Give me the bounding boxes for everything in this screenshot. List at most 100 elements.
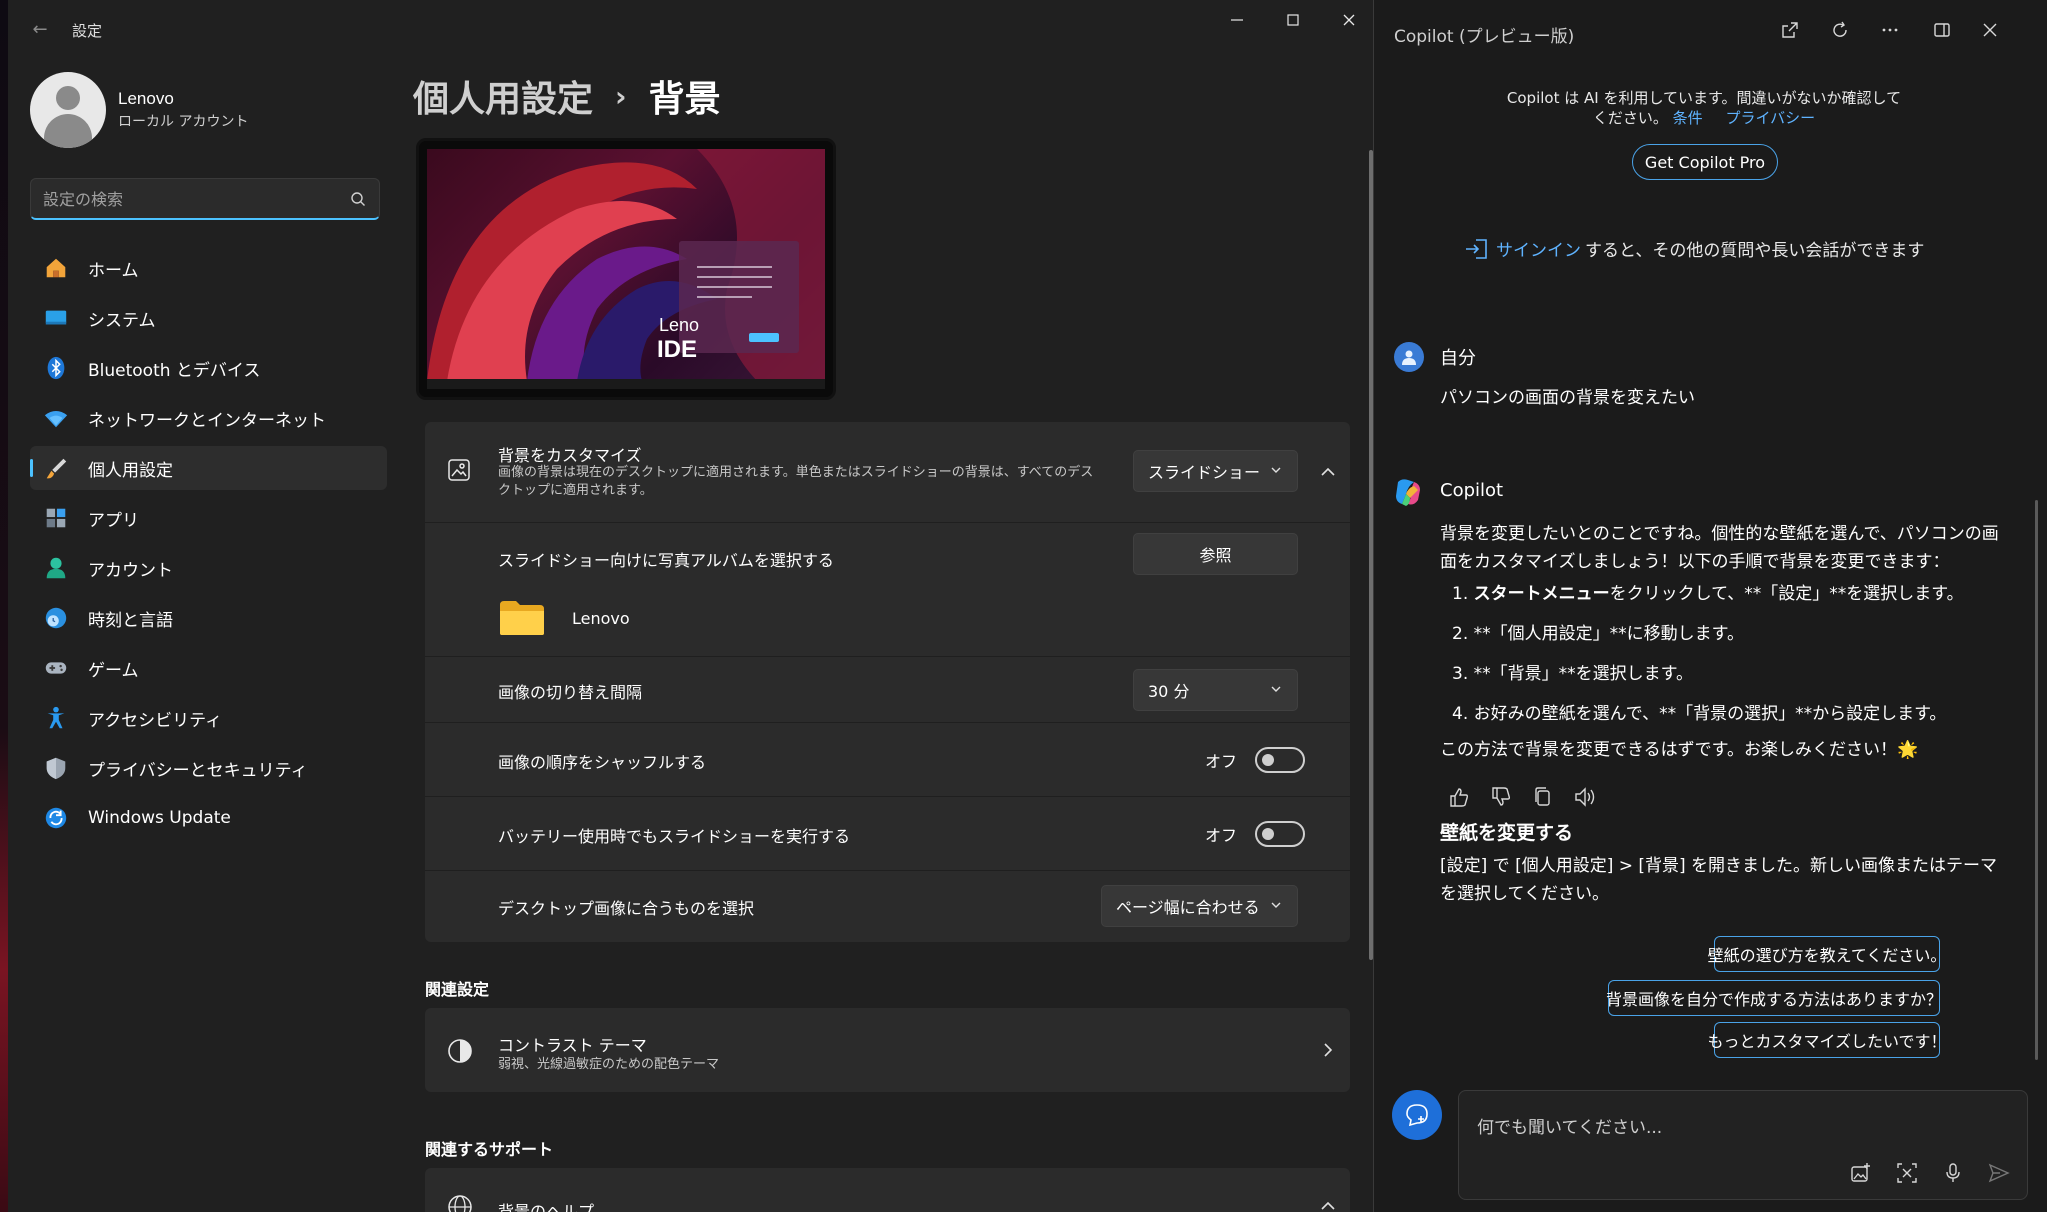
speaker-icon[interactable] <box>1572 784 1598 810</box>
shuffle-toggle-wrap: オフ <box>1205 747 1306 773</box>
interval-select[interactable]: 30 分 <box>1133 669 1298 711</box>
step-item: 1. スタートメニューをクリックして、**「設定」**を選択します。 <box>1452 584 1964 604</box>
battery-row: バッテリー使用時でもスライドショーを実行する オフ <box>425 796 1350 870</box>
shield-icon <box>42 754 70 782</box>
battery-toggle[interactable] <box>1255 821 1306 847</box>
new-topic-button[interactable] <box>1392 1090 1442 1140</box>
settings-scrollbar[interactable] <box>1369 150 1373 960</box>
chevron-up-icon[interactable] <box>1318 462 1338 482</box>
back-arrow-icon[interactable]: ← <box>28 18 52 42</box>
settings-search-box[interactable] <box>30 178 380 220</box>
sidebar-item-label: プライバシーとセキュリティ <box>88 760 308 781</box>
screenshot-icon[interactable] <box>1895 1161 1919 1185</box>
contrast-desc: 弱視、光線過敏症のための配色テーマ <box>498 1057 720 1072</box>
chevron-up-icon <box>1321 1201 1335 1210</box>
sidebar-item-bluetooth[interactable]: Bluetooth とデバイス <box>30 346 387 390</box>
copy-icon[interactable] <box>1530 784 1556 810</box>
sidebar-item-label: ネットワークとインターネット <box>88 410 326 431</box>
gamepad-icon <box>42 654 70 682</box>
breadcrumb-parent[interactable]: 個人用設定 <box>413 70 593 122</box>
battery-toggle-wrap: オフ <box>1205 821 1306 847</box>
suggestion-chip[interactable]: 壁紙の選び方を教えてください。 <box>1708 936 1946 972</box>
sidebar-item-windows-update[interactable]: Windows Update <box>30 796 387 840</box>
copilot-scrollbar[interactable] <box>2035 500 2038 1060</box>
copilot-close-button[interactable] <box>1978 18 2002 42</box>
fit-label: デスクトップ画像に合うものを選択 <box>498 899 755 918</box>
side-panel-button[interactable] <box>1930 18 1954 42</box>
copilot-pane: Copilot (プレビュー版) Copilot は AI を利用しています。間… <box>1374 0 2047 1212</box>
send-icon[interactable] <box>1987 1161 2011 1185</box>
profile-name: Lenovo <box>118 89 174 108</box>
sidebar-item-apps[interactable]: アプリ <box>30 496 387 540</box>
wallpaper-preview-image: Leno IDE <box>427 149 825 381</box>
sidebar-item-label: Bluetooth とデバイス <box>88 360 261 381</box>
step-item: 2. **「個人用設定」**に移動します。 <box>1452 624 1744 644</box>
home-icon <box>42 254 70 282</box>
browse-button[interactable]: 参照 <box>1133 533 1298 575</box>
battery-state: オフ <box>1205 826 1238 845</box>
sidebar-item-label: アプリ <box>88 510 139 531</box>
fit-value: ページ幅に合わせる <box>1116 898 1260 917</box>
chat-input-placeholder: 何でも聞いてください... <box>1477 1118 1663 1138</box>
sidebar-item-home[interactable]: ホーム <box>30 246 387 290</box>
input-tools <box>1849 1161 2011 1185</box>
sidebar-item-accounts[interactable]: アカウント <box>30 546 387 590</box>
sidebar-item-accessibility[interactable]: アクセシビリティ <box>30 696 387 740</box>
ai-notice: Copilot は AI を利用しています。間違いがないか確認して ください。 … <box>1494 88 1914 128</box>
terms-link[interactable]: 条件 <box>1673 109 1703 127</box>
bluetooth-icon <box>42 354 70 382</box>
microphone-icon[interactable] <box>1941 1161 1965 1185</box>
chevron-down-icon <box>1271 902 1281 908</box>
step-item: 3. **「背景」**を選択します。 <box>1452 664 1693 684</box>
close-button[interactable] <box>1320 0 1378 40</box>
settings-window: ← 設定 Lenovo ローカル アカウント ホーム <box>8 0 1374 1212</box>
refresh-button[interactable] <box>1828 18 1852 42</box>
chevron-right-icon <box>1324 1043 1333 1057</box>
copilot-name: Copilot <box>1440 480 1504 501</box>
maximize-button[interactable] <box>1264 0 1322 40</box>
related-settings-heading: 関連設定 <box>425 980 490 999</box>
action-card-text: [設定] で [個人用設定] > [背景] を開きました。新しい画像またはテーマ… <box>1440 856 1998 904</box>
add-image-icon[interactable] <box>1849 1161 1873 1185</box>
avatar[interactable] <box>30 72 106 148</box>
get-copilot-pro-button[interactable]: Get Copilot Pro <box>1632 144 1778 180</box>
sidebar-item-label: 個人用設定 <box>88 460 173 481</box>
shuffle-toggle[interactable] <box>1255 747 1306 773</box>
apps-icon <box>42 504 70 532</box>
sidebar-item-personalization[interactable]: 個人用設定 <box>30 446 387 490</box>
sidebar-item-label: ゲーム <box>88 660 139 681</box>
sidebar-item-label: Windows Update <box>88 808 231 828</box>
privacy-link[interactable]: プライバシー <box>1725 109 1815 127</box>
search-icon <box>351 192 365 206</box>
more-options-button[interactable] <box>1878 18 1902 42</box>
battery-label: バッテリー使用時でもスライドショーを実行する <box>498 827 851 846</box>
user-name: 自分 <box>1440 348 1476 369</box>
signin-prompt: サインイン すると、その他の質問や長い会話ができます <box>1464 236 1924 261</box>
suggestion-chip[interactable]: もっとカスタマイズしたいです！ <box>1707 1022 1947 1058</box>
open-external-button[interactable] <box>1778 18 1802 42</box>
fit-row: デスクトップ画像に合うものを選択 ページ幅に合わせる <box>425 870 1350 942</box>
sidebar-item-gaming[interactable]: ゲーム <box>30 646 387 690</box>
sidebar-item-time-language[interactable]: 時刻と言語 <box>30 596 387 640</box>
background-customize-row[interactable]: 背景をカスタマイズ 画像の背景は現在のデスクトップに適用されます。単色またはスラ… <box>425 422 1350 522</box>
help-title: 背景のヘルプ <box>498 1202 595 1212</box>
chat-input-box[interactable]: 何でも聞いてください... <box>1458 1090 2028 1200</box>
signin-link[interactable]: サインイン <box>1496 236 1581 261</box>
contrast-theme-link[interactable]: コントラスト テーマ 弱視、光線過敏症のための配色テーマ <box>425 1008 1350 1092</box>
thumbs-up-icon[interactable] <box>1446 784 1472 810</box>
suggestion-chip[interactable]: 背景画像を自分で作成する方法はありますか？ <box>1606 980 1942 1016</box>
thumbs-down-icon[interactable] <box>1488 784 1514 810</box>
copilot-title: Copilot (プレビュー版) <box>1394 27 1575 47</box>
folder-icon <box>500 601 544 635</box>
sidebar-item-privacy[interactable]: プライバシーとセキュリティ <box>30 746 387 790</box>
sidebar-item-system[interactable]: システム <box>30 296 387 340</box>
minimize-button[interactable] <box>1208 0 1266 40</box>
sidebar-item-network[interactable]: ネットワークとインターネット <box>30 396 387 440</box>
search-input[interactable] <box>43 187 343 211</box>
background-type-value: スライドショー <box>1148 463 1261 482</box>
background-type-select[interactable]: スライドショー <box>1133 450 1298 492</box>
breadcrumb: 個人用設定 › 背景 <box>413 70 721 122</box>
fit-select[interactable]: ページ幅に合わせる <box>1101 885 1298 927</box>
background-help-section[interactable]: 背景のヘルプ <box>425 1168 1350 1212</box>
signin-icon <box>1466 238 1487 259</box>
